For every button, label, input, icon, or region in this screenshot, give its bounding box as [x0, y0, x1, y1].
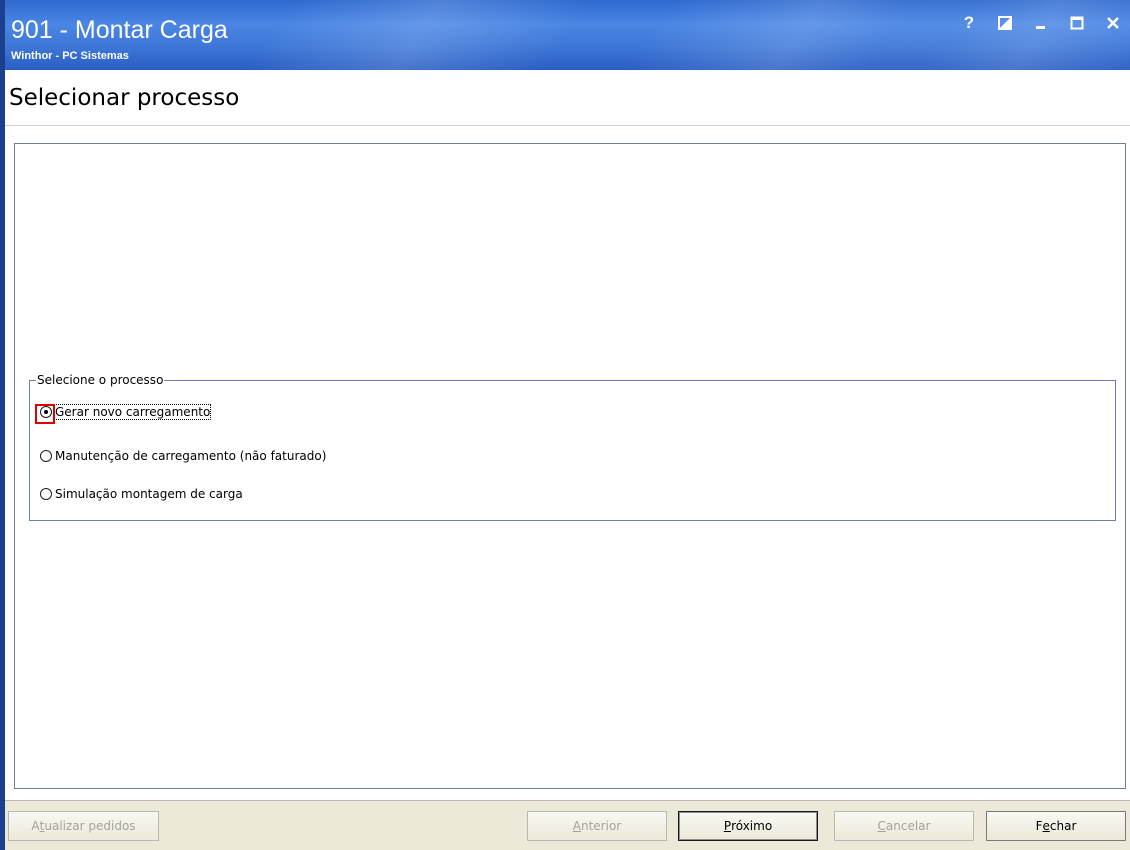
button-label: ualizar pedidos	[44, 819, 136, 833]
restore-panel-icon[interactable]	[996, 14, 1014, 32]
highlight-marker	[35, 404, 55, 424]
close-button[interactable]: Fe char	[986, 811, 1126, 841]
window-subtitle: Winthor - PC Sistemas	[11, 50, 129, 62]
previous-button[interactable]: Anterior	[527, 811, 667, 841]
radio-button-selected[interactable]	[35, 404, 55, 424]
radio-option-gerar-novo-carregamento[interactable]: Gerar novo carregamento	[35, 402, 212, 424]
content-panel: Selecione o processo Gerar novo carregam…	[14, 143, 1126, 789]
button-label: róximo	[731, 819, 773, 833]
process-group-legend: Selecione o processo	[37, 373, 164, 387]
update-orders-button[interactable]: At ualizar pedidos	[8, 811, 159, 841]
header-divider	[5, 125, 1130, 126]
radio-button[interactable]	[40, 450, 52, 462]
button-label: F	[1035, 819, 1043, 833]
titlebar-decoration	[222, 0, 608, 70]
title-bar: 901 - Montar Carga Winthor - PC Sistemas…	[5, 0, 1130, 70]
button-mnemonic: C	[877, 819, 886, 833]
window-title: 901 - Montar Carga	[11, 16, 228, 44]
button-label: char	[1049, 819, 1077, 833]
footer-bar: At ualizar pedidos Anterior Próximo Cance…	[5, 801, 1130, 850]
help-icon[interactable]: ?	[960, 13, 978, 32]
button-mnemonic: P	[723, 819, 732, 833]
cancel-button[interactable]: Cancelar	[834, 811, 974, 841]
button-mnemonic: e	[1042, 819, 1050, 833]
button-label: A	[31, 819, 40, 833]
minimize-icon[interactable]	[1032, 14, 1050, 32]
window-left-edge	[0, 0, 5, 850]
window-controls: ?	[960, 13, 1122, 32]
radio-label: Simulação montagem de carga	[55, 487, 243, 501]
radio-label: Gerar novo carregamento	[53, 404, 212, 420]
button-label: nterior	[580, 819, 622, 833]
next-button[interactable]: Próximo	[678, 811, 818, 841]
button-mnemonic: A	[572, 819, 581, 833]
radio-label: Manutenção de carregamento (não faturado…	[55, 449, 327, 463]
radio-option-manutencao-carregamento[interactable]: Manutenção de carregamento (não faturado…	[40, 446, 326, 466]
close-icon[interactable]	[1104, 14, 1122, 32]
maximize-icon[interactable]	[1068, 14, 1086, 32]
radio-button[interactable]	[40, 488, 52, 500]
page-title: Selecionar processo	[9, 85, 240, 111]
button-label: ancelar	[885, 819, 931, 833]
radio-option-simulacao-montagem[interactable]: Simulação montagem de carga	[40, 484, 243, 504]
process-group: Selecione o processo Gerar novo carregam…	[29, 373, 1116, 521]
